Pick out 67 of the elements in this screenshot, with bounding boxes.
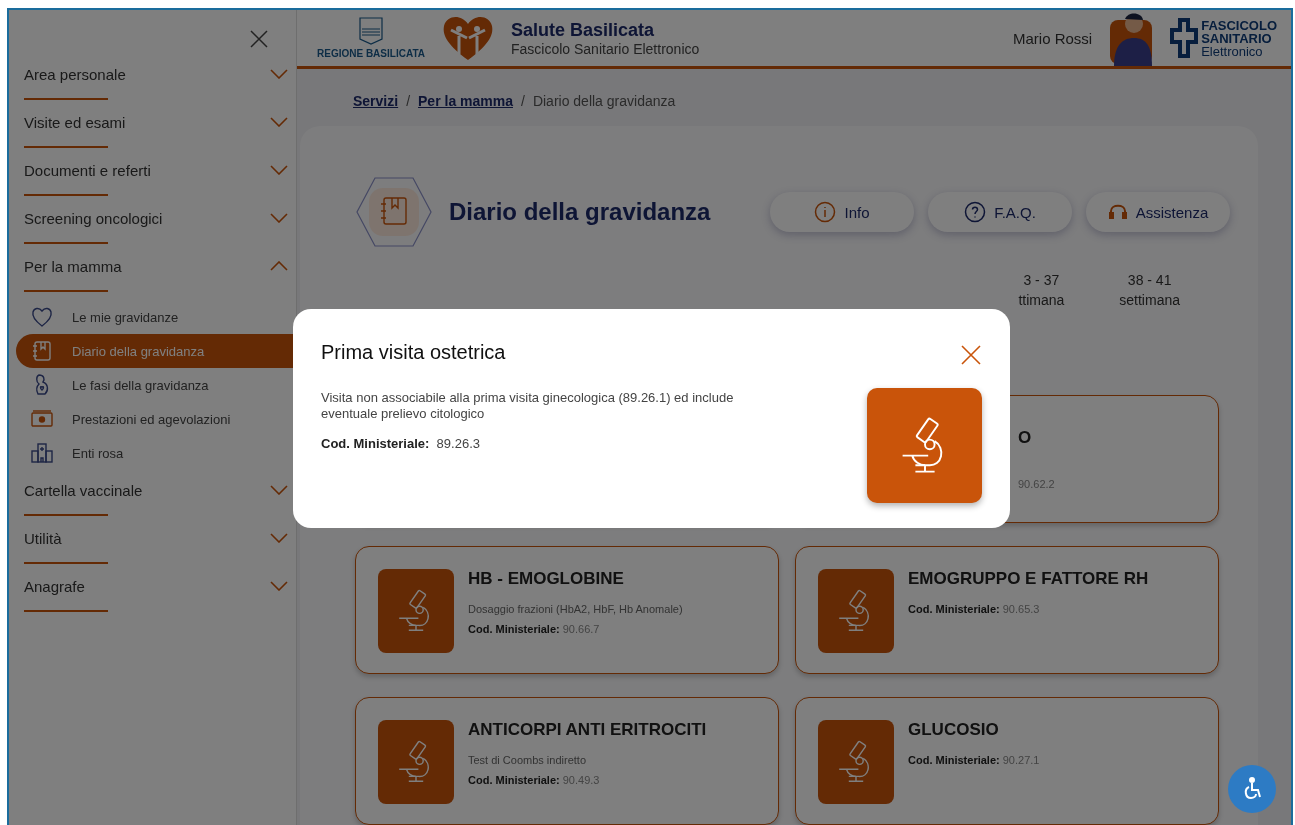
card-code: 90.62.2: [1018, 478, 1055, 490]
sidebar-section[interactable]: Screening oncologici: [24, 204, 296, 232]
heart-icon: [30, 305, 54, 329]
card-title: EMOGRUPPO E FATTORE RH: [908, 569, 1149, 589]
breadcrumb-link[interactable]: Per la mamma: [418, 93, 513, 126]
exam-card[interactable]: GLUCOSIO Cod. Ministeriale: 90.27.1: [795, 697, 1219, 825]
card-code: Cod. Ministeriale: 90.65.3: [908, 603, 1041, 615]
info-icon: [814, 201, 837, 223]
card-title: ANTICORPI ANTI ERITROCITI: [468, 720, 707, 740]
chevron-down-icon: [270, 581, 288, 591]
exam-card[interactable]: EMOGRUPPO E FATTORE RH Cod. Ministeriale: 90.65.3: [795, 546, 1219, 674]
sidebar-item[interactable]: Diario della gravidanza: [16, 334, 296, 368]
breadcrumb-separator: /: [406, 93, 411, 111]
question-icon: [964, 201, 987, 223]
shield-icon: [359, 17, 383, 45]
modal-title: Prima visita ostetrica: [321, 341, 507, 364]
notebook-hexagon-icon: [355, 176, 433, 248]
headset-icon: [1107, 202, 1128, 222]
chevron-up-icon: [270, 261, 288, 271]
breadcrumb-current: Diario della gravidanza: [532, 93, 676, 111]
chevron-down-icon: [270, 165, 288, 175]
exam-card[interactable]: ANTICORPI ANTI ERITROCITI Test di Coombs indiretto Cod. Ministeriale: 90.49.3: [355, 697, 779, 825]
region-logo-text: REGIONE BASILICATA: [317, 48, 425, 59]
sidebar-section[interactable]: Anagrafe: [24, 572, 296, 600]
action-button[interactable]: Assistenza: [1086, 192, 1230, 232]
card-code: Cod. Ministeriale: 90.27.1: [908, 754, 1040, 766]
sidebar-section[interactable]: Cartella vaccinale: [24, 476, 296, 504]
cross-logo-icon: [1170, 16, 1199, 60]
building-icon: [30, 441, 54, 465]
chevron-down-icon: [270, 213, 288, 223]
card-title: GLUCOSIO: [908, 720, 1000, 740]
user-name: Mario Rossi: [1012, 29, 1093, 47]
logo-text: FASCICOLO: [1201, 18, 1277, 32]
modal-code: Cod. Ministeriale: 89.26.3: [321, 436, 481, 451]
chevron-down-icon: [270, 533, 288, 543]
sidebar-item[interactable]: Enti rosa: [24, 436, 296, 470]
sidebar-section[interactable]: Documenti e referti: [24, 156, 296, 184]
modal-description: Visita non associabile alla prima visita ginecologica (89.26.1) ed include eventuale prelievo citologico: [321, 390, 735, 422]
card-title: O: [1018, 428, 1033, 448]
sidebar-section[interactable]: Per la mamma: [24, 252, 296, 280]
sidebar-section[interactable]: Area personale: [24, 60, 296, 88]
logo-text: Elettronico: [1201, 44, 1264, 58]
breadcrumb-separator: /: [521, 93, 525, 111]
action-button[interactable]: F.A.Q.: [928, 192, 1072, 232]
card-code: Cod. Ministeriale: 90.66.7: [468, 623, 601, 635]
exam-card[interactable]: HB - EMOGLOBINE Dosaggio frazioni (HbA2, HbF, Hb Anomale) Cod. Ministeriale: 90.66.7: [355, 546, 779, 674]
page-title: Diario della gravidanza: [449, 198, 711, 226]
card-description: Dosaggio frazioni (HbA2, HbF, Hb Anomale): [468, 603, 683, 615]
chevron-down-icon: [270, 69, 288, 79]
logo-text: SANITARIO: [1201, 31, 1273, 45]
action-button[interactable]: Info: [770, 192, 914, 232]
sidebar-item[interactable]: Le mie gravidanze: [24, 300, 296, 334]
card-title: HB - EMOGLOBINE: [468, 569, 625, 589]
sidebar-item[interactable]: Prestazioni ed agevolazioni: [24, 402, 296, 436]
brand-subtitle: Fascicolo Sanitario Elettronico: [510, 40, 700, 57]
notebook-icon: [30, 339, 54, 363]
breadcrumb-link[interactable]: Servizi: [353, 93, 399, 126]
chevron-down-icon: [270, 485, 288, 495]
sidebar-section[interactable]: Utilità: [24, 524, 296, 552]
sidebar-section[interactable]: Visite ed esami: [24, 108, 296, 136]
close-icon[interactable]: [250, 30, 268, 48]
card-code: Cod. Ministeriale: 90.49.3: [468, 774, 601, 786]
chevron-down-icon: [270, 117, 288, 127]
card-description: Test di Coombs indiretto: [468, 754, 587, 766]
close-button[interactable]: [960, 344, 982, 366]
brand-title: Salute Basilicata: [510, 19, 656, 41]
sidebar-item[interactable]: Le fasi della gravidanza: [24, 368, 296, 402]
